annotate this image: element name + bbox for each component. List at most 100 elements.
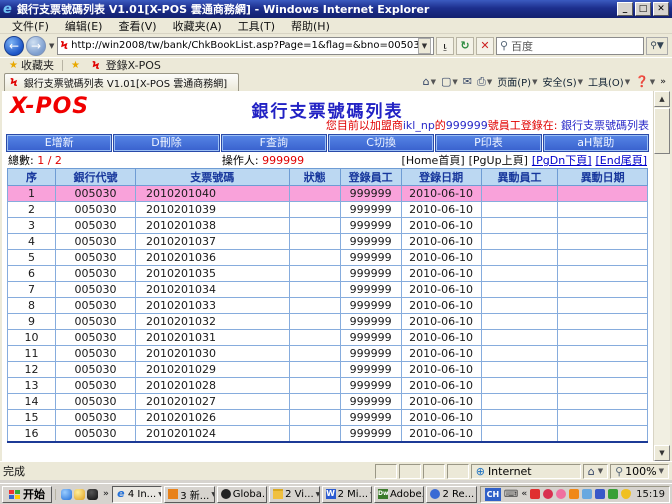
vertical-scrollbar[interactable]: ▲ ▼ [653,91,670,461]
tray-qq2-icon[interactable] [556,489,566,499]
keyboard-icon[interactable]: ⌨ [504,489,518,500]
refresh-button[interactable]: ↻ [456,37,474,55]
tools-menu-button[interactable]: 工具(O)▼ [588,74,630,89]
table-row[interactable]: 20050302010201039 9999992010-06-10 [8,202,648,218]
address-dropdown-icon[interactable]: ▼ [418,38,431,54]
cell: 2010-06-10 [401,218,481,234]
page-menu-button[interactable]: 页面(P)▼ [497,74,537,89]
tray-im-icon[interactable] [595,489,605,499]
cell [558,394,648,410]
function-button[interactable]: C切換 [329,135,433,151]
scrollbar-thumb[interactable] [654,108,670,154]
forward-button[interactable]: → [26,36,46,56]
tray-msg-icon[interactable] [530,489,540,499]
print-button[interactable]: ⎙▼ [477,75,492,89]
tab-active[interactable]: Ϟ 銀行支票號碼列表 V1.01[X-POS 雲通商務網] [4,73,239,91]
menu-item[interactable]: 工具(T) [230,17,283,35]
dw-icon: Dw [378,489,388,499]
tray-expand-icon[interactable]: « [521,489,527,499]
task-button[interactable]: DwAdobe... [374,486,424,503]
start-button[interactable]: 开始 [2,486,52,503]
task-group-dropdown-icon[interactable]: ▼ [158,491,162,498]
task-button[interactable]: Globa... [217,486,267,503]
table-row[interactable]: 160050302010201024 9999992010-06-10 [8,426,648,442]
tray-qq-icon[interactable] [543,489,553,499]
quick-launch-overflow-icon[interactable]: » [103,489,109,499]
taskbar: 开始 » e4 In...▼3 新...▼Globa...2 Vi...▼W2 … [0,483,672,504]
add-favorite-button[interactable]: ★ [67,60,84,71]
task-button[interactable]: 3 新...▼ [164,486,214,503]
task-button[interactable]: W2 Mi...▼ [322,486,372,503]
table-row[interactable]: 120050302010201029 9999992010-06-10 [8,362,648,378]
home-button[interactable]: ⌂▼ [423,75,436,88]
function-button[interactable]: E增新 [7,135,111,151]
tray-sun-icon[interactable] [569,489,579,499]
table-row[interactable]: 140050302010201027 9999992010-06-10 [8,394,648,410]
menu-item[interactable]: 帮助(H) [283,17,338,35]
pagination-link[interactable]: [PgDn下頁] [532,152,592,168]
function-button[interactable]: F查詢 [222,135,326,151]
table-row[interactable]: 10050302010201040 9999992010-06-10 [8,186,648,202]
task-button[interactable]: 2 Re...▼ [426,486,476,503]
read-mail-button[interactable]: ✉ [463,75,472,88]
table-row[interactable]: 80050302010201033 9999992010-06-10 [8,298,648,314]
task-group-dropdown-icon[interactable]: ▼ [211,491,214,498]
qq-icon[interactable] [87,489,98,500]
stop-button[interactable]: ✕ [476,37,494,55]
security-zone: ⊕ Internet [471,464,581,479]
favorites-button[interactable]: ★ 收藏夹 [5,57,58,73]
cell: 2010201032 [136,314,290,330]
table-row[interactable]: 70050302010201034 9999992010-06-10 [8,282,648,298]
table-row[interactable]: 150050302010201026 9999992010-06-10 [8,410,648,426]
tray-green-icon[interactable] [608,489,618,499]
table-row[interactable]: 100050302010201031 9999992010-06-10 [8,330,648,346]
messenger-icon[interactable] [61,489,72,500]
address-input[interactable]: Ϟ http://win2008/tw/bank/ChkBookList.asp… [57,37,434,55]
task-group-dropdown-icon[interactable]: ▼ [370,491,372,498]
compatibility-view-button[interactable]: ⍸ [436,37,454,55]
favorites-bar-item-xpos[interactable]: Ϟ 登錄X-POS [88,57,165,73]
menu-item[interactable]: 查看(V) [110,17,164,35]
search-input[interactable]: ⚲ 百度 [496,37,644,55]
table-row[interactable]: 130050302010201028 9999992010-06-10 [8,378,648,394]
search-options-button[interactable]: ⚲▼ [646,37,668,55]
overflow-chevron-icon[interactable]: » [660,77,666,87]
tray-cal-icon[interactable] [582,489,592,499]
table-row[interactable]: 110050302010201030 9999992010-06-10 [8,346,648,362]
language-indicator[interactable]: CH [485,488,501,501]
table-row[interactable]: 50050302010201036 9999992010-06-10 [8,250,648,266]
table-row[interactable]: 90050302010201032 9999992010-06-10 [8,314,648,330]
close-button[interactable]: ✕ [653,2,669,16]
tab-title: 銀行支票號碼列表 V1.01[X-POS 雲通商務網] [24,75,227,90]
task-button[interactable]: 2 Vi...▼ [269,486,319,503]
cell [481,426,558,442]
back-button[interactable]: ← [4,36,24,56]
total-value: 1 / 2 [37,154,62,167]
safety-menu-button[interactable]: 安全(S)▼ [542,74,583,89]
task-group-dropdown-icon[interactable]: ▼ [316,491,320,498]
table-row[interactable]: 30050302010201038 9999992010-06-10 [8,218,648,234]
table-row[interactable]: 40050302010201037 9999992010-06-10 [8,234,648,250]
protected-mode-pane[interactable]: ⌂▼ [583,464,608,479]
table-row[interactable]: 60050302010201035 9999992010-06-10 [8,266,648,282]
menu-item[interactable]: 文件(F) [4,17,57,35]
zoom-control[interactable]: ⚲ 100% ▼ [610,464,669,479]
cell: 005030 [56,394,136,410]
mail-icon[interactable] [74,489,85,500]
pagination-link[interactable]: [End尾頁] [596,152,648,168]
maximize-button[interactable]: □ [635,2,651,16]
task-group-dropdown-icon[interactable]: ▼ [476,491,477,498]
menu-item[interactable]: 编辑(E) [57,17,111,35]
feeds-button[interactable]: ▢▼ [441,75,458,88]
function-button[interactable]: D刪除 [114,135,218,151]
tray-shield-icon[interactable] [621,489,631,499]
function-button[interactable]: aH幫助 [544,135,648,151]
minimize-button[interactable]: _ [617,2,633,16]
function-button[interactable]: P印表 [436,135,540,151]
help-button[interactable]: ❓▼ [635,75,655,88]
task-button[interactable]: e4 In...▼ [112,486,162,503]
scroll-down-icon[interactable]: ▼ [654,445,670,461]
history-dropdown-icon[interactable]: ▼ [48,42,55,50]
menu-item[interactable]: 收藏夹(A) [165,17,230,35]
scroll-up-icon[interactable]: ▲ [654,91,670,107]
